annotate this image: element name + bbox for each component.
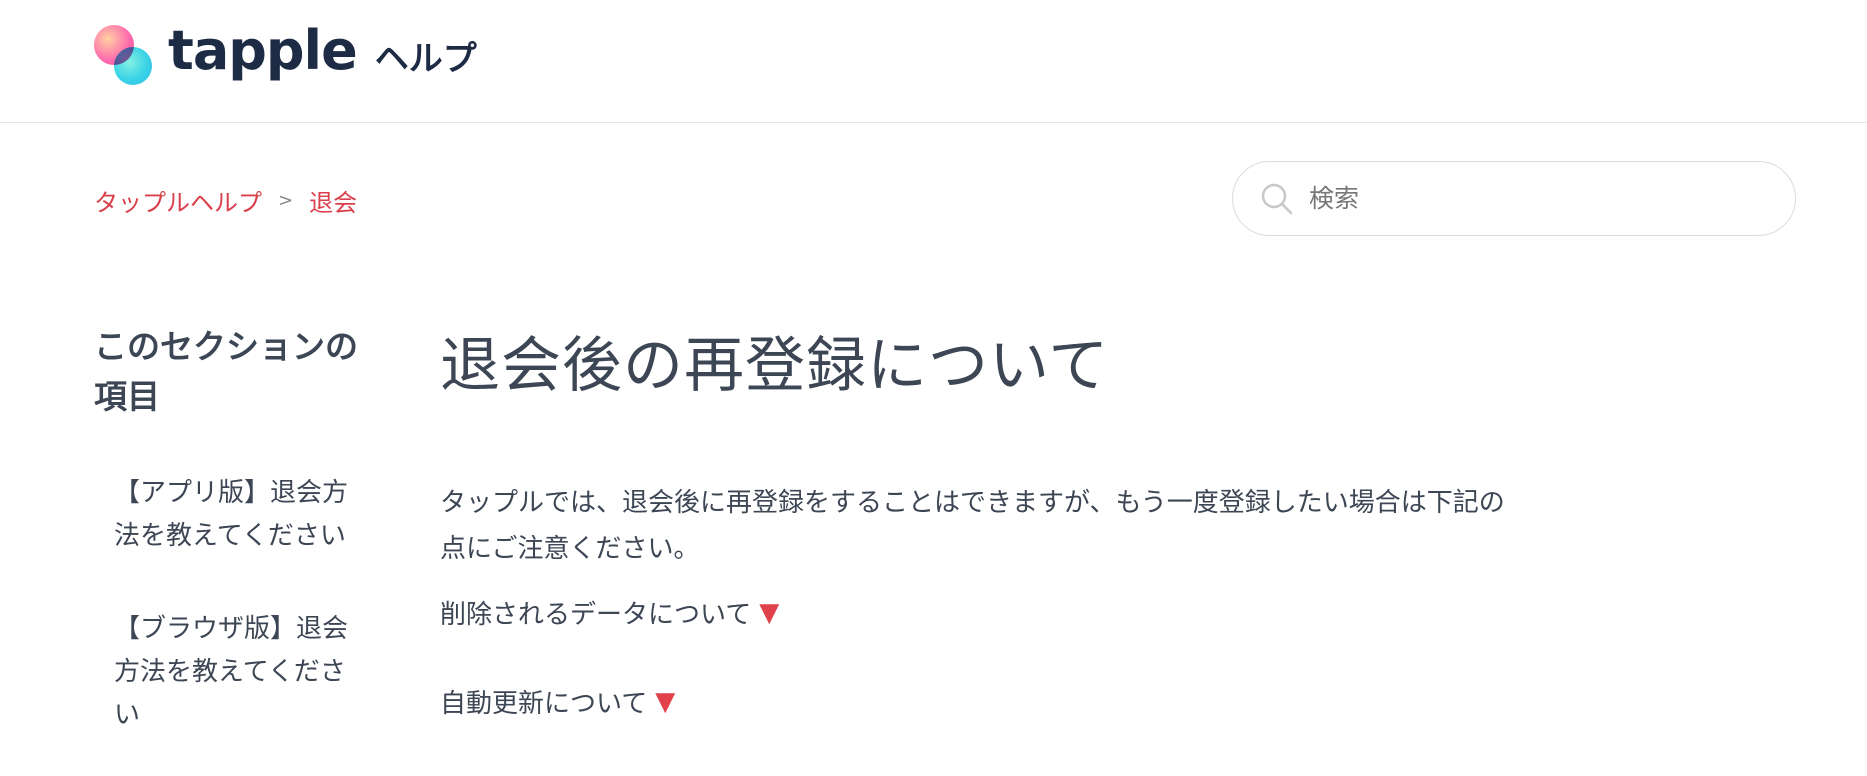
search-input[interactable]	[1309, 184, 1749, 213]
section-sidebar: このセクションの項目 【アプリ版】退会方法を教えてください 【ブラウザ版】退会方…	[94, 322, 374, 737]
article: 退会後の再登録について タップルでは、退会後に再登録をすることはできますが、もう…	[440, 330, 1540, 720]
toggle-label: 削除されるデータについて	[440, 600, 752, 630]
article-intro: タップルでは、退会後に再登録をすることはできますが、もう一度登録したい場合は下記…	[440, 488, 1505, 564]
site-header: tapple ヘルプ	[0, 0, 1867, 123]
sidebar-link-app-withdrawal[interactable]: 【アプリ版】退会方法を教えてください	[114, 472, 354, 558]
breadcrumb-separator: >	[278, 190, 294, 211]
sidebar-link-browser-withdrawal[interactable]: 【ブラウザ版】退会方法を教えてください	[114, 608, 354, 737]
breadcrumb: タップルヘルプ > 退会	[94, 183, 357, 218]
breadcrumb-item-home[interactable]: タップルヘルプ	[94, 183, 262, 218]
sidebar-title: このセクションの項目	[94, 327, 358, 416]
logo[interactable]: tapple ヘルプ	[94, 19, 477, 85]
logo-help-label: ヘルプ	[374, 38, 477, 79]
triangle-down-icon: ▼	[759, 597, 780, 628]
triangle-down-icon: ▼	[655, 686, 676, 717]
search-icon	[1259, 181, 1295, 217]
toggle-label: 自動更新について	[440, 689, 648, 719]
article-title: 退会後の再登録について	[440, 331, 1110, 401]
toggle-deleted-data[interactable]: 削除されるデータについて ▼	[440, 594, 779, 631]
breadcrumb-item-section[interactable]: 退会	[309, 183, 357, 218]
search-box[interactable]	[1232, 161, 1796, 236]
toggle-auto-renewal[interactable]: 自動更新について ▼	[440, 683, 675, 720]
tapple-logo-icon	[94, 25, 154, 85]
logo-wordmark: tapple	[168, 19, 358, 82]
